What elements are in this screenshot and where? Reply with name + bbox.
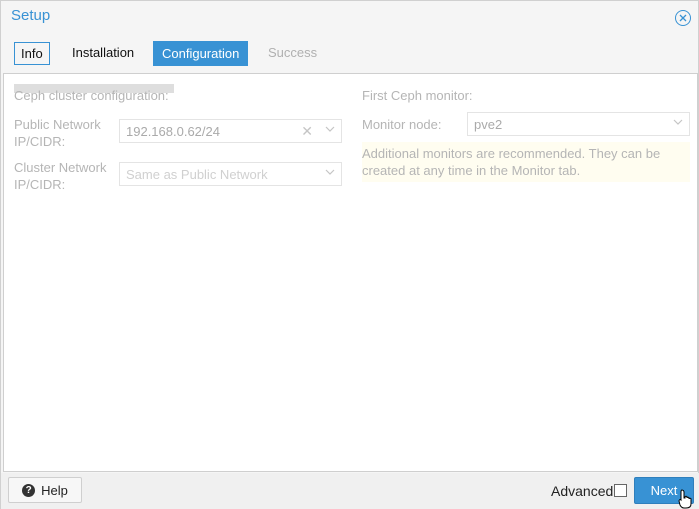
monitor-node-label: Monitor node: xyxy=(362,117,442,132)
monitor-node-value: pve2 xyxy=(474,117,503,132)
monitor-node-combobox[interactable]: pve2 xyxy=(467,112,690,136)
chevron-down-icon[interactable] xyxy=(673,117,683,127)
close-icon xyxy=(679,14,687,22)
window-title: Setup xyxy=(11,7,51,24)
help-button[interactable]: ? Help xyxy=(8,477,82,503)
public-network-value: 192.168.0.62/24 xyxy=(126,124,220,139)
dialog-footer: ? Help Advanced Next xyxy=(1,473,699,509)
tab-configuration[interactable]: Configuration xyxy=(153,41,249,66)
chevron-down-icon[interactable] xyxy=(325,124,335,134)
clear-icon[interactable]: ✕ xyxy=(301,123,313,140)
wizard-tabs: Info Installation Configuration Success xyxy=(1,41,699,67)
close-button[interactable] xyxy=(675,10,691,26)
cluster-network-combobox[interactable]: Same as Public Network xyxy=(119,162,342,186)
next-button[interactable]: Next xyxy=(634,477,694,504)
tab-success[interactable]: Success xyxy=(260,41,325,66)
cluster-network-placeholder: Same as Public Network xyxy=(126,167,268,182)
advanced-label: Advanced xyxy=(551,483,614,499)
cluster-network-label: Cluster Network IP/CIDR: xyxy=(14,160,107,192)
first-ceph-monitor-title: First Ceph monitor: xyxy=(362,88,473,103)
question-icon: ? xyxy=(22,483,36,497)
chevron-down-icon[interactable] xyxy=(325,167,335,177)
public-network-label: Public Network IP/CIDR: xyxy=(14,117,101,149)
tab-installation[interactable]: Installation xyxy=(64,41,142,66)
help-label: Help xyxy=(41,482,68,498)
setup-window: Setup Info Installation Configuration Su… xyxy=(0,0,699,509)
ceph-cluster-config-title: Ceph cluster configuration: xyxy=(14,88,169,103)
tab-info[interactable]: Info xyxy=(14,42,50,65)
monitors-note: Additional monitors are recommended. The… xyxy=(362,142,690,182)
public-network-combobox[interactable]: 192.168.0.62/24 ✕ xyxy=(119,119,342,143)
configuration-panel: Ceph cluster configuration: Public Netwo… xyxy=(3,73,698,472)
advanced-checkbox[interactable] xyxy=(614,484,627,497)
